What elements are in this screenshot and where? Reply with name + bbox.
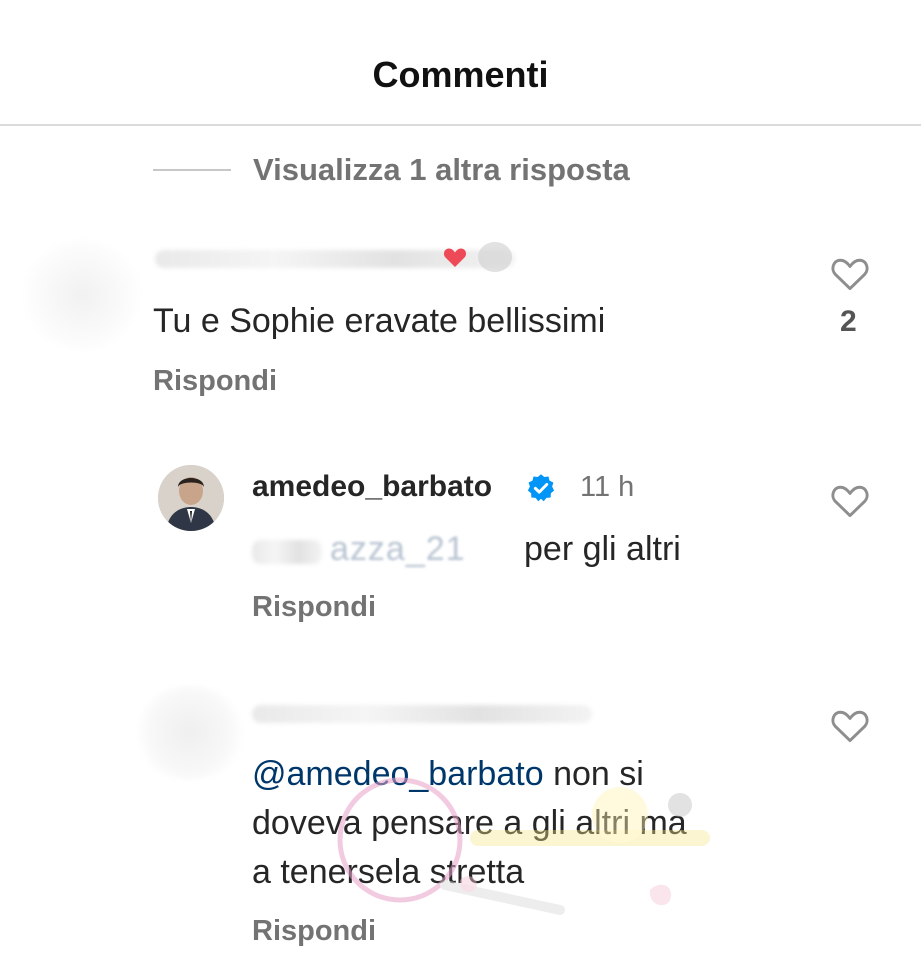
comment-text: per gli altri <box>524 530 681 568</box>
reply-button[interactable]: Rispondi <box>153 365 277 398</box>
comments-header: Commenti <box>0 0 921 126</box>
avatar[interactable] <box>158 465 224 531</box>
like-heart-icon[interactable] <box>830 482 870 518</box>
like-heart-icon[interactable] <box>830 255 870 291</box>
comment-text-line-3: a tenersela stretta <box>252 853 525 891</box>
avatar[interactable] <box>22 240 142 350</box>
avatar[interactable] <box>135 685 245 780</box>
view-more-label: Visualizza 1 altra risposta <box>253 152 630 187</box>
comment-text-line-1: @amedeo_barbato non si <box>252 755 644 793</box>
blurred-username <box>252 705 592 723</box>
comment-time: 11 h <box>580 471 635 503</box>
comment-text: Tu e Sophie eravate bellissimi <box>153 302 606 340</box>
reply-button[interactable]: Rispondi <box>252 915 376 948</box>
comment-mention[interactable]: azza_21 <box>330 530 466 569</box>
like-heart-icon[interactable] <box>830 707 870 743</box>
reply-button[interactable]: Rispondi <box>252 591 376 624</box>
view-more-replies[interactable]: Visualizza 1 altra risposta <box>153 150 630 190</box>
comment-username[interactable]: amedeo_barbato <box>252 470 492 504</box>
blurred-mention-start <box>252 540 322 564</box>
mini-avatar <box>478 242 512 272</box>
thread-line <box>153 169 231 171</box>
like-count: 2 <box>840 305 857 338</box>
comment-text-line-2: doveva pensare a gli altri ma <box>252 804 687 842</box>
small-heart-icon <box>443 248 467 267</box>
avatar-image <box>158 465 224 531</box>
verified-badge-icon <box>527 474 555 502</box>
page-title: Commenti <box>372 54 549 95</box>
comment-mention[interactable]: @amedeo_barbato <box>252 755 544 793</box>
